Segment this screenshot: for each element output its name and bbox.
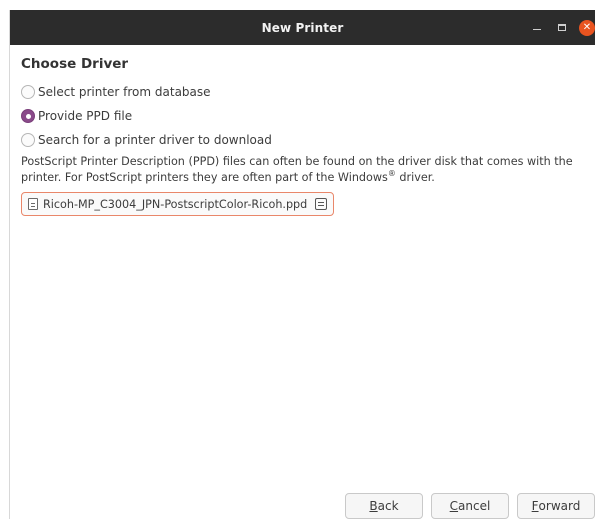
close-icon: ✕ [582,21,592,33]
dialog-content: Choose Driver Select printer from databa… [10,45,595,519]
radio-select-from-database[interactable] [21,85,35,99]
description-text: PostScript Printer Description (PPD) fil… [21,155,573,184]
title-bar[interactable]: New Printer ✕ [10,10,595,45]
maximize-button[interactable] [551,17,573,39]
back-button[interactable]: Back [345,493,423,519]
description-suffix: driver. [395,171,435,184]
dialog-buttons: Back Cancel Forward [337,493,595,519]
cancel-button[interactable]: Cancel [431,493,509,519]
new-printer-window: New Printer ✕ Choose Driver Select print… [9,10,595,519]
close-button[interactable]: ✕ [579,19,595,36]
open-file-icon [315,198,328,210]
radio-provide-ppd-file[interactable] [21,109,35,123]
option-label: Provide PPD file [38,109,133,123]
ppd-filename: Ricoh-MP_C3004_JPN-PostscriptColor-Ricoh… [43,197,308,211]
radio-search-driver-download[interactable] [21,133,35,147]
option-search-driver-download[interactable]: Search for a printer driver to download [20,128,585,152]
option-provide-ppd-file[interactable]: Provide PPD file [20,104,585,128]
forward-button[interactable]: Forward [517,493,595,519]
minimize-button[interactable] [526,17,548,39]
document-icon [28,198,38,210]
window-title: New Printer [261,20,344,35]
page-title: Choose Driver [21,56,129,72]
registered-mark: ® [387,169,396,178]
ppd-file-chooser-button[interactable]: Ricoh-MP_C3004_JPN-PostscriptColor-Ricoh… [21,192,335,216]
maximize-icon [558,24,566,31]
option-select-from-database[interactable]: Select printer from database [20,80,585,104]
option-label: Search for a printer driver to download [38,133,272,147]
minimize-icon [533,29,541,30]
ppd-description: PostScript Printer Description (PPD) fil… [21,154,595,186]
window-controls: ✕ [523,10,595,45]
option-label: Select printer from database [38,85,211,99]
